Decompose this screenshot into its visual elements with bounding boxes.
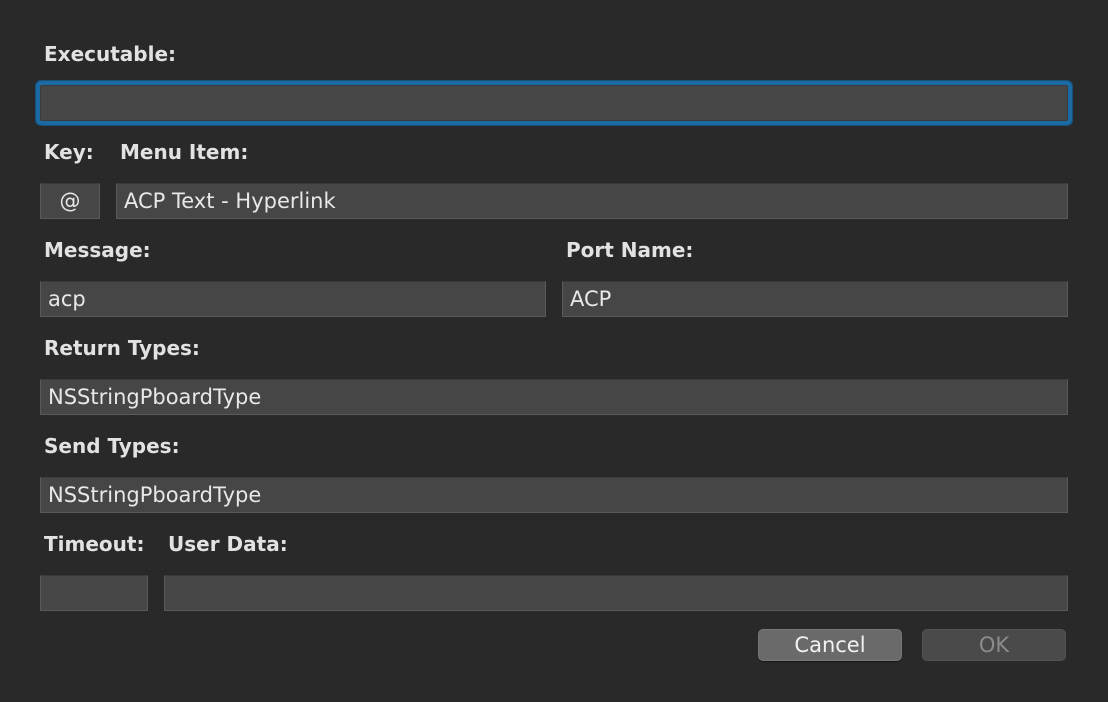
- key-field[interactable]: @: [40, 183, 100, 219]
- executable-label: Executable:: [44, 42, 177, 66]
- message-field[interactable]: acp: [40, 281, 546, 317]
- return-types-label: Return Types:: [44, 336, 200, 360]
- user-data-field[interactable]: [164, 575, 1068, 611]
- cancel-button[interactable]: Cancel: [758, 629, 902, 661]
- port-name-field[interactable]: ACP: [562, 281, 1068, 317]
- timeout-label: Timeout:: [44, 532, 145, 556]
- send-types-field[interactable]: NSStringPboardType: [40, 477, 1068, 513]
- timeout-field[interactable]: [40, 575, 148, 611]
- executable-field[interactable]: [40, 85, 1068, 121]
- ok-button[interactable]: OK: [922, 629, 1066, 661]
- user-data-label: User Data:: [168, 532, 288, 556]
- menu-item-field[interactable]: ACP Text - Hyperlink: [116, 183, 1068, 219]
- key-label: Key:: [44, 140, 94, 164]
- return-types-field[interactable]: NSStringPboardType: [40, 379, 1068, 415]
- send-types-label: Send Types:: [44, 434, 180, 458]
- menu-item-label: Menu Item:: [120, 140, 249, 164]
- port-name-label: Port Name:: [566, 238, 694, 262]
- message-label: Message:: [44, 238, 151, 262]
